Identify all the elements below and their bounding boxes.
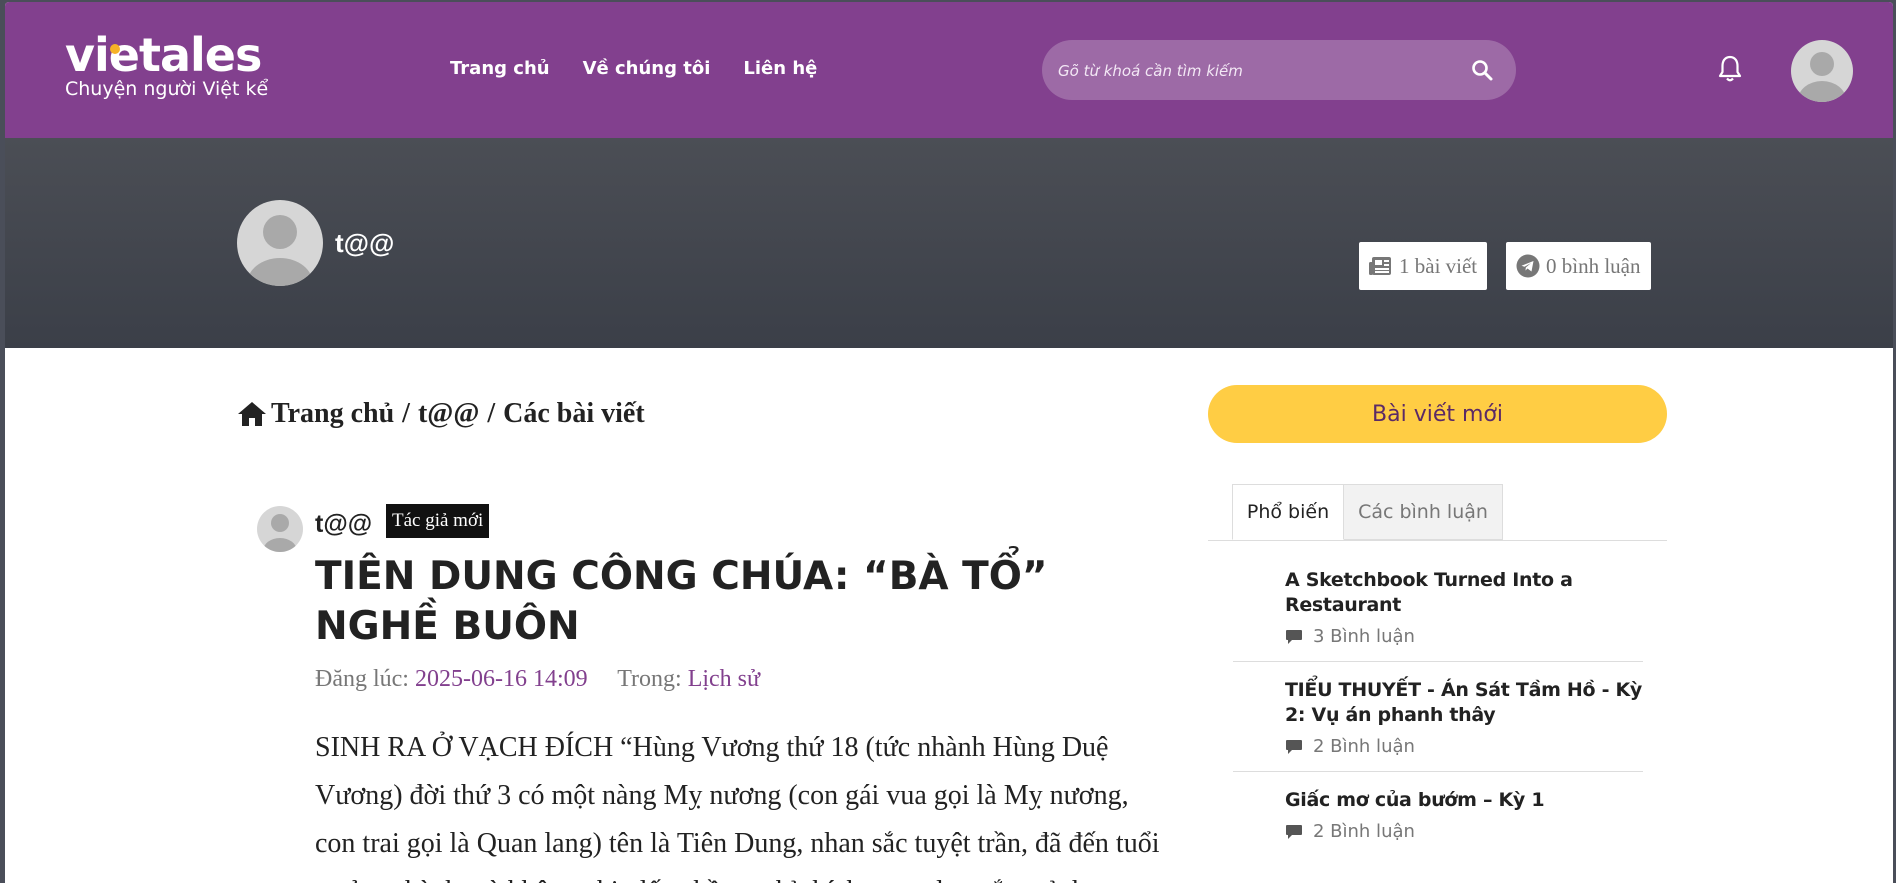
- user-avatar[interactable]: [1791, 40, 1853, 102]
- post-excerpt: SINH RA Ở VẠCH ĐÍCH “Hùng Vương thứ 18 (…: [315, 732, 1160, 883]
- site-header: vietales Chuyện người Việt kể Trang chủ …: [5, 2, 1893, 138]
- posts-count-badge: 1 bài viết: [1359, 242, 1488, 290]
- post-author-avatar[interactable]: [257, 506, 303, 552]
- breadcrumb-user-link[interactable]: t@@: [418, 398, 479, 430]
- tab-comments[interactable]: Các bình luận: [1344, 484, 1503, 540]
- user-silhouette-icon: [1798, 52, 1846, 102]
- breadcrumb-home-link[interactable]: Trang chủ: [271, 398, 394, 430]
- newspaper-icon: [1369, 257, 1391, 275]
- comment-count: 3 Bình luận: [1313, 626, 1415, 647]
- post-date-label: Đăng lúc:: [315, 666, 409, 692]
- new-post-button[interactable]: Bài viết mới: [1208, 385, 1667, 443]
- comment-count: 2 Bình luận: [1313, 821, 1415, 842]
- user-silhouette-icon: [247, 215, 313, 286]
- logo-wordmark: vietales: [65, 28, 262, 82]
- comment-icon: [1286, 739, 1302, 754]
- popular-post-title[interactable]: A Sketchbook Turned Into a Restaurant: [1285, 568, 1643, 618]
- popular-post-comments: 2 Bình luận: [1285, 736, 1643, 757]
- search-box: [1042, 40, 1516, 102]
- user-silhouette-icon: [263, 514, 297, 552]
- post-category-link[interactable]: Lịch sử: [688, 666, 760, 692]
- comment-icon: [1286, 824, 1302, 839]
- new-author-badge: Tác giả mới: [386, 504, 490, 538]
- list-item[interactable]: Giấc mơ của bướm – Kỳ 1 2 Bình luận: [1233, 772, 1643, 856]
- profile-name: t@@: [335, 228, 395, 258]
- breadcrumb: Trang chủ / t@@ / Các bài viết: [237, 398, 645, 430]
- profile-banner: t@@ 1 bài viết 0 bình luận: [5, 138, 1893, 348]
- post-category-label: Trong:: [617, 666, 682, 692]
- site-logo[interactable]: vietales Chuyện người Việt kể: [65, 32, 268, 100]
- breadcrumb-separator: /: [487, 398, 496, 429]
- home-icon[interactable]: [237, 401, 267, 427]
- popular-post-comments: 3 Bình luận: [1285, 626, 1643, 647]
- list-item[interactable]: A Sketchbook Turned Into a Restaurant 3 …: [1233, 552, 1643, 662]
- nav-about-link[interactable]: Về chúng tôi: [583, 58, 711, 79]
- search-icon[interactable]: [1470, 58, 1494, 82]
- nav-home-link[interactable]: Trang chủ: [450, 58, 550, 79]
- sidebar-tabs: Phổ biến Các bình luận: [1208, 484, 1667, 541]
- comment-count: 2 Bình luận: [1313, 736, 1415, 757]
- posts-count: 1 bài viết: [1399, 253, 1478, 278]
- post-title[interactable]: TIÊN DUNG CÔNG CHÚA: “BÀ TỔ” NGHỀ BUÔN: [315, 552, 1175, 652]
- comments-count: 0 bình luận: [1546, 253, 1641, 278]
- breadcrumb-separator: /: [402, 398, 410, 429]
- search-input[interactable]: [1056, 40, 1460, 102]
- page-frame: vietales Chuyện người Việt kể Trang chủ …: [5, 2, 1893, 883]
- post-author-name[interactable]: t@@: [315, 510, 372, 539]
- notification-bell-icon[interactable]: [1717, 54, 1743, 84]
- popular-post-comments: 2 Bình luận: [1285, 821, 1643, 842]
- popular-posts-list: A Sketchbook Turned Into a Restaurant 3 …: [1233, 552, 1643, 856]
- tab-popular[interactable]: Phổ biến: [1232, 484, 1344, 540]
- nav-contact-link[interactable]: Liên hệ: [743, 58, 817, 79]
- popular-post-title[interactable]: TIỂU THUYẾT - Án Sát Tầm Hồ - Kỳ 2: Vụ á…: [1285, 678, 1643, 728]
- comments-count-badge: 0 bình luận: [1506, 242, 1651, 290]
- list-item[interactable]: TIỂU THUYẾT - Án Sát Tầm Hồ - Kỳ 2: Vụ á…: [1233, 662, 1643, 772]
- telegram-icon: [1516, 254, 1540, 278]
- main-nav: Trang chủ Về chúng tôi Liên hệ: [450, 58, 817, 79]
- breadcrumb-current: Các bài viết: [503, 398, 645, 429]
- post-meta: Đăng lúc: 2025-06-16 14:09 Trong: Lịch s…: [315, 666, 760, 693]
- logo-dot-icon: [110, 44, 120, 54]
- popular-post-title[interactable]: Giấc mơ của bướm – Kỳ 1: [1285, 788, 1643, 813]
- post-date: 2025-06-16 14:09: [414, 666, 588, 692]
- comment-icon: [1286, 629, 1302, 644]
- profile-avatar: [237, 200, 323, 286]
